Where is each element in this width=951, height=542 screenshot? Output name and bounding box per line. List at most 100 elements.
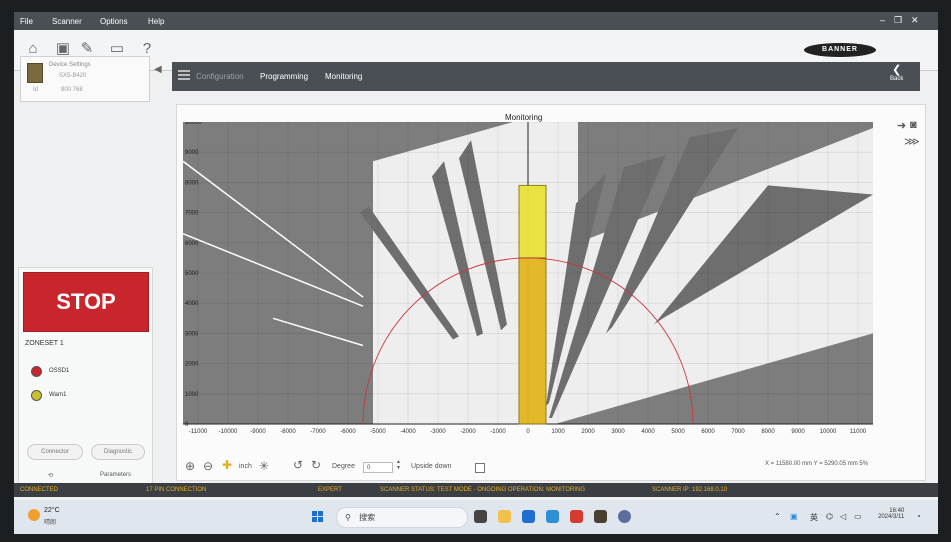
unit-label[interactable]: inch (239, 463, 252, 470)
y-tick-label: 6000 (185, 241, 199, 247)
zoom-out-icon[interactable]: ⊖ (203, 459, 213, 473)
zoom-in-icon[interactable]: ⊕ (185, 459, 195, 473)
scanner-status: SCANNER STATUS: TEST MODE - ONGOING OPER… (380, 487, 586, 493)
y-tick-label: 10000 (185, 122, 202, 126)
y-tick-label: 2000 (185, 362, 199, 368)
x-tick-label: -6000 (340, 429, 356, 435)
y-tick-label: 3000 (185, 331, 199, 337)
tab-configuration[interactable]: Configuration (196, 72, 244, 81)
x-tick-label: -7000 (310, 429, 326, 435)
tray-app-icon[interactable]: ▣ (790, 512, 798, 521)
banner-app-icon[interactable] (594, 510, 607, 523)
weather-desc: 晴朗 (44, 520, 57, 526)
search-icon: ⚲ (345, 513, 351, 522)
language-indicator[interactable]: 英 (810, 512, 818, 523)
pin-connection: 17 PIN CONNECTION (146, 487, 207, 493)
back-label: Back (890, 76, 904, 82)
start-windows-icon[interactable] (312, 511, 324, 523)
settings-gear-icon[interactable] (618, 510, 631, 523)
wps-icon[interactable] (570, 510, 583, 523)
scanner-ip: SCANNER IP: 192.168.0.10 (652, 487, 728, 493)
device-id-label: Id (33, 87, 39, 93)
camera-icon[interactable]: ◙ (910, 119, 917, 131)
weather-icon[interactable] (28, 509, 40, 521)
x-tick-label: -3000 (430, 429, 446, 435)
file-explorer-icon[interactable] (498, 510, 511, 523)
fit-icon[interactable]: ✳ (259, 459, 269, 473)
x-tick-label: 1000 (551, 429, 565, 435)
collapse-left-icon[interactable]: ◀ (154, 64, 162, 75)
application-window: File Scanner Options Help – ❐ ✕ ⌂ ▣ ✎ ▭ … (14, 12, 938, 534)
back-button[interactable]: ❮ Back (890, 65, 904, 83)
x-tick-label: 3000 (611, 429, 625, 435)
maximize-icon[interactable]: ❐ (894, 15, 902, 26)
search-placeholder: 搜索 (359, 513, 376, 522)
menu-icon[interactable] (178, 70, 190, 72)
scan-plot-svg[interactable]: -11000 -10000 -9000 -8000 -7000 -6000 -5000 -40… (182, 120, 873, 437)
banner-logo: BANNER (804, 43, 876, 57)
stop-indicator: STOP (23, 272, 149, 332)
taskbar: 22°C 晴朗 ⚲ 搜索 ⌃ ▣ 英 ⌬ ◁ ▭ 16:40 2024/3/11… (14, 500, 938, 534)
nav-bar: Configuration Programming Monitoring ❮ B… (172, 62, 920, 91)
arrow-right-icon[interactable]: ➜ (897, 119, 906, 132)
degree-input[interactable]: 0 (363, 462, 393, 473)
x-tick-label: 9000 (791, 429, 805, 435)
x-tick-label: -2000 (460, 429, 476, 435)
diagnostic-button[interactable]: Diagnostic (91, 444, 145, 460)
pan-icon[interactable]: ✚ (222, 458, 232, 472)
connector-button[interactable]: Connector (27, 444, 83, 460)
status-bar: CONNECTED 17 PIN CONNECTION EXPERT SCANN… (14, 483, 938, 497)
menu-scanner[interactable]: Scanner (52, 17, 82, 26)
device-panel[interactable]: Device Settings SX5-B420 Id 800 768 (20, 56, 150, 102)
minimize-icon[interactable]: – (880, 15, 885, 25)
clock[interactable]: 16:40 2024/3/11 (878, 508, 904, 520)
x-tick-label: 4000 (641, 429, 655, 435)
refresh-tab[interactable]: ⟲ (48, 472, 53, 479)
x-tick-label: 6000 (701, 429, 715, 435)
volume-icon[interactable]: ◁ (840, 512, 846, 521)
scanner-icon (27, 63, 43, 83)
y-tick-label: 1000 (185, 392, 199, 398)
y-tick-label: 9000 (185, 150, 199, 156)
weather-temp[interactable]: 22°C (44, 507, 60, 514)
x-tick-label: -11000 (189, 429, 208, 435)
task-view-icon[interactable] (474, 510, 487, 523)
x-tick-label: 5000 (671, 429, 685, 435)
notification-icon[interactable]: ◔ (916, 512, 921, 521)
x-tick-label: -10000 (219, 429, 238, 435)
device-name: Device Settings (49, 62, 91, 68)
close-icon[interactable]: ✕ (911, 15, 919, 26)
degree-stepper-icon[interactable]: ▲ ▼ (396, 459, 401, 471)
upside-down-label: Upside down (411, 463, 452, 470)
menu-bar: File Scanner Options Help – ❐ ✕ (14, 12, 938, 30)
connection-status: CONNECTED (20, 487, 59, 493)
chevron-up-icon[interactable]: ⌃ (774, 512, 781, 521)
upside-down-checkbox[interactable] (475, 463, 485, 473)
ossd1-led-icon (31, 366, 42, 377)
menu-file[interactable]: File (20, 17, 33, 26)
x-tick-label: -4000 (400, 429, 416, 435)
battery-icon[interactable]: ▭ (854, 512, 862, 521)
monitoring-title: Monitoring (505, 113, 543, 122)
x-tick-label: -8000 (280, 429, 296, 435)
x-tick-label: -1000 (490, 429, 506, 435)
network-icon[interactable]: ⌬ (826, 512, 833, 521)
scan-plot[interactable]: -11000 -10000 -9000 -8000 -7000 -6000 -5000 -40… (182, 120, 873, 442)
rotate-left-icon[interactable]: ↺ (293, 458, 303, 472)
menu-options[interactable]: Options (100, 17, 128, 26)
ossd1-label: OSSD1 (49, 368, 70, 374)
y-tick-label: 4000 (185, 301, 199, 307)
x-tick-label: 11000 (850, 429, 867, 435)
tab-programming[interactable]: Programming (260, 72, 308, 81)
menu-help[interactable]: Help (148, 17, 164, 26)
tab-monitoring[interactable]: Monitoring (325, 72, 362, 81)
measure-icon[interactable]: ⋙ (904, 135, 920, 148)
store-icon[interactable] (522, 510, 535, 523)
device-model: SX5-B420 (59, 73, 87, 79)
rotate-right-icon[interactable]: ↻ (311, 458, 321, 472)
taskbar-search[interactable]: ⚲ 搜索 (336, 507, 468, 528)
protective-field (518, 257, 547, 425)
parameters-tab[interactable]: Parameters (100, 472, 131, 478)
date-text: 2024/3/11 (878, 514, 905, 520)
app-icon[interactable] (546, 510, 559, 523)
